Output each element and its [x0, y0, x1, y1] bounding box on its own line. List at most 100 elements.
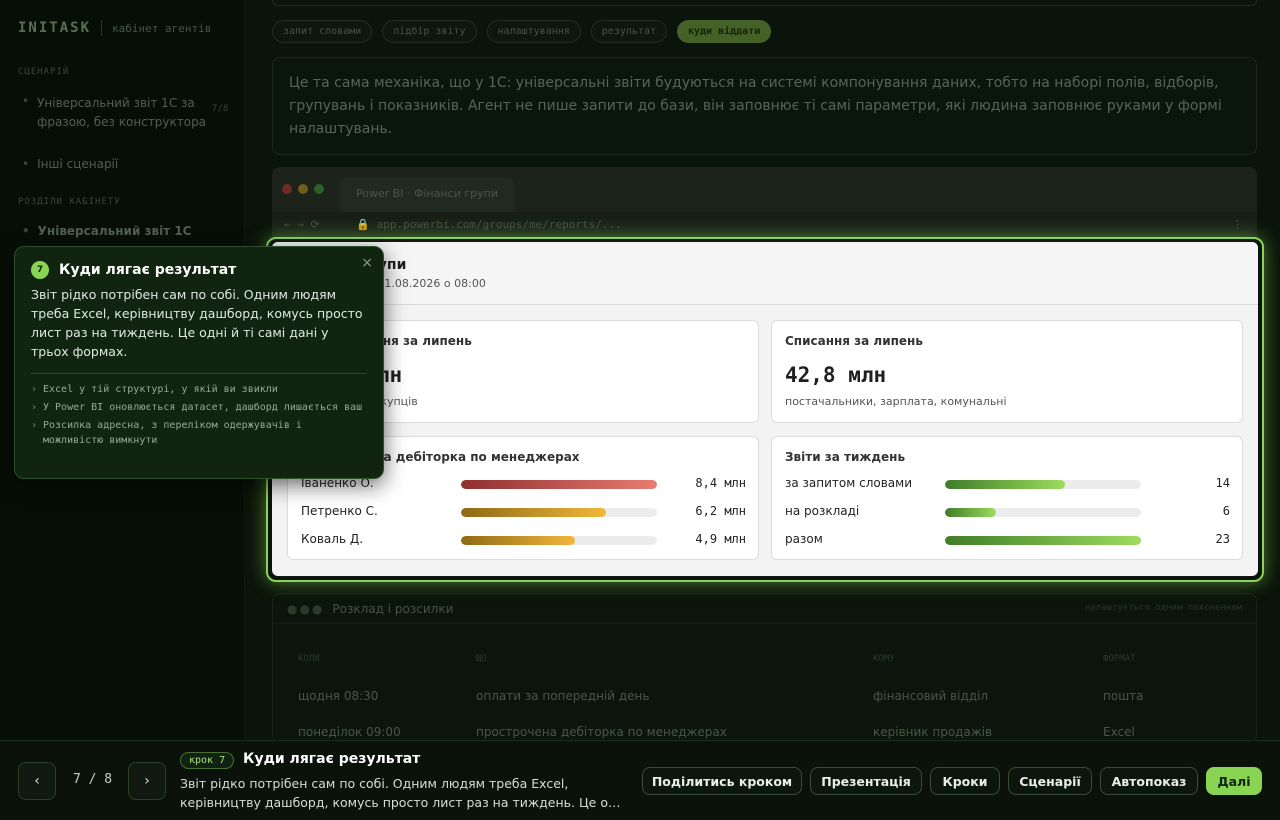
cell-format: Excel — [1103, 725, 1135, 739]
scenarios-button[interactable]: Сценарії — [1008, 767, 1092, 795]
chevron-right-icon: › — [31, 402, 38, 413]
close-icon[interactable]: × — [361, 255, 373, 271]
sidebar-item-other-scenarios[interactable]: • Інші сценарії — [22, 157, 118, 171]
cell-when: понеділок 09:00 — [298, 725, 401, 739]
next-button[interactable]: Далі — [1206, 767, 1262, 795]
weekly-value: 14 — [1215, 476, 1230, 490]
address-bar[interactable]: ← → ⟳ 🔒 app.powerbi.com/groups/me/report… — [272, 212, 1257, 239]
kpi-title: Списання за липень — [785, 334, 923, 348]
weekly-label: разом — [785, 532, 823, 546]
autoplay-button[interactable]: Автопоказ — [1100, 767, 1198, 795]
brand: INITASK кабінет агентів — [18, 20, 211, 36]
close-window-icon[interactable] — [282, 184, 292, 194]
step-badge: крок 7 — [180, 752, 235, 769]
steps-button[interactable]: Кроки — [930, 767, 1000, 795]
schedule-panel: ●●● Розклад і розсилки налаштується одни… — [272, 593, 1257, 743]
debt-bar-fill — [461, 536, 575, 545]
brand-divider — [101, 20, 103, 36]
top-panel-edge — [272, 0, 1257, 6]
chevron-right-icon: › — [144, 773, 150, 789]
next-step-arrow-button[interactable]: › — [128, 762, 166, 800]
debt-value: 6,2 млн — [695, 504, 746, 518]
report-header: Фінанси групи Дані оновлено 01.08.2026 о… — [272, 242, 1258, 305]
debt-label: Петренко С. — [301, 504, 378, 518]
weekly-row: за запитом словами 14 — [785, 475, 1230, 493]
list-item: › Excel у тій структурі, у якій ви звикли — [31, 384, 278, 395]
sidebar-section-scenario: СЦЕНАРІЙ — [18, 67, 70, 77]
kpi-card-expenses: Списання за липень 42,8 млн постачальник… — [771, 320, 1243, 423]
step-pager: 7 / 8 — [73, 772, 113, 787]
debt-bar-track — [461, 508, 657, 517]
chip-report-selection[interactable]: підбір звіту — [382, 20, 477, 43]
maximize-window-icon[interactable] — [314, 184, 324, 194]
schedule-note: налаштується одним поясненням — [1084, 603, 1242, 613]
weekly-bar-track — [945, 536, 1141, 545]
cell-whom: керівник продажів — [873, 725, 993, 739]
debt-bar-fill — [461, 508, 607, 517]
weekly-label: на розкладі — [785, 504, 860, 518]
sidebar-item-module-universal[interactable]: • Універсальний звіт 1С — [22, 224, 192, 238]
bullet-icon: • — [22, 94, 30, 108]
col-what: ЩО — [476, 654, 487, 664]
step-number-badge: 7 — [31, 261, 49, 279]
weekly-title: Звіти за тиждень — [785, 450, 906, 464]
chip-destination[interactable]: куди віддати — [676, 20, 772, 43]
step-description: Звіт рідко потрібен сам по собі. Одним л… — [180, 776, 621, 810]
browser-tab[interactable]: Power BI · Фінанси групи — [340, 178, 514, 212]
col-when: КОЛИ — [298, 654, 320, 664]
browser-menu-icon[interactable]: ⋮ — [1232, 218, 1243, 231]
bullet-icon: • — [22, 224, 30, 238]
list-item: › Розсилка адресна, з переліком одержувач… — [31, 420, 302, 446]
chip-settings[interactable]: налаштування — [486, 20, 581, 43]
chip-request[interactable]: запит словами — [272, 20, 373, 43]
chip-result[interactable]: результат — [590, 20, 667, 43]
browser-titlebar: Power BI · Фінанси групи — [272, 167, 1257, 212]
cell-what: прострочена дебіторка по менеджерах — [476, 725, 727, 739]
prev-step-button[interactable]: ‹ — [18, 762, 56, 800]
schedule-header: ●●● Розклад і розсилки налаштується одни… — [273, 594, 1256, 624]
debt-bar-fill — [461, 480, 657, 489]
bottom-bar: ‹ 7 / 8 › крок 7 Куди лягає результат Зв… — [0, 740, 1280, 820]
sidebar-item-universal-report[interactable]: • Універсальний звіт 1С за фразою, без к… — [22, 94, 228, 132]
debt-value: 8,4 млн — [695, 476, 746, 490]
chevron-right-icon: › — [31, 384, 38, 395]
guide-tooltip: 7 Куди лягає результат × Звіт рідко потр… — [14, 246, 384, 479]
col-whom: КОМУ — [873, 654, 895, 664]
step-chips: запит словами підбір звіту налаштування … — [272, 20, 772, 43]
weekly-value: 23 — [1215, 532, 1230, 546]
tooltip-body: Звіт рідко потрібен сам по собі. Одним л… — [31, 287, 363, 359]
intro-text: Це та сама механіка, що у 1С: універсаль… — [272, 57, 1257, 155]
brand-subtitle: кабінет агентів — [112, 21, 212, 35]
tooltip-title: Куди лягає результат — [59, 262, 237, 278]
weekly-row: на розкладі 6 — [785, 503, 1230, 521]
debt-label: Коваль Д. — [301, 532, 364, 546]
cell-when: щодня 08:30 — [298, 689, 379, 703]
logo: INITASK — [18, 20, 92, 36]
url-text: 🔒 app.powerbi.com/groups/me/reports/... — [356, 218, 622, 231]
table-row[interactable]: щодня 08:30 оплати за попередній день фі… — [273, 681, 1258, 711]
weekly-bar-fill — [945, 508, 996, 517]
share-step-button[interactable]: Поділитись кроком — [642, 767, 802, 795]
tooltip-header: 7 Куди лягає результат — [31, 261, 367, 279]
col-format: ФОРМАТ — [1103, 654, 1136, 664]
chevron-right-icon: › — [31, 420, 38, 431]
weekly-value: 6 — [1222, 504, 1230, 518]
schedule-columns: КОЛИ ЩО КОМУ ФОРМАТ — [273, 646, 1258, 676]
nav-arrows-icon[interactable]: ← → ⟳ — [284, 218, 320, 231]
minimize-window-icon[interactable] — [298, 184, 308, 194]
sidebar-section-modules: РОЗДІЛИ КАБІНЕТУ — [18, 197, 121, 207]
report-title: Фінанси групи — [290, 257, 1240, 273]
kpi-subtitle: постачальники, зарплата, комунальні — [785, 395, 1007, 408]
presentation-button[interactable]: Презентація — [810, 767, 922, 795]
chevron-left-icon: ‹ — [34, 773, 40, 789]
kpi-value: 42,8 млн — [785, 363, 887, 387]
powerbi-report: Фінанси групи Дані оновлено 01.08.2026 о… — [272, 242, 1258, 576]
weekly-label: за запитом словами — [785, 476, 913, 490]
cell-format: пошта — [1103, 689, 1144, 703]
debt-row: Петренко С. 6,2 млн — [301, 503, 746, 521]
debt-bar-track — [461, 536, 657, 545]
list-item: › У Power BI оновлюється датасет, дашборд… — [31, 402, 363, 413]
weekly-bar-fill — [945, 480, 1065, 489]
sidebar-item-label: Інші сценарії — [37, 157, 119, 171]
bullet-icon: • — [22, 157, 30, 171]
